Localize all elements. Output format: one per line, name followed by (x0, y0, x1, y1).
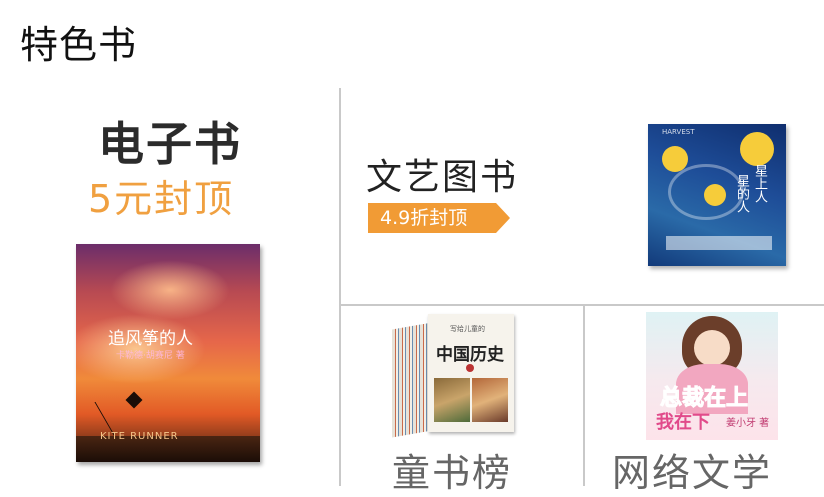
cover-title: 星的人 (734, 174, 749, 213)
section-title: 特色书 (20, 23, 138, 67)
children-books-cover-image[interactable]: 写给儿童的 中国历史 (392, 314, 516, 438)
book-front-cover: 写给儿童的 中国历史 (428, 314, 514, 432)
cover-title: 星上人 (752, 164, 767, 203)
illustration-face (694, 330, 730, 366)
children-books-label: 童书榜 (392, 451, 513, 495)
cover-title: 我在下 (656, 412, 710, 433)
web-literature-label: 网络文学 (612, 451, 773, 495)
cover-english-title: KITE RUNNER (100, 431, 179, 442)
cover-brand: HARVEST (662, 128, 695, 136)
moon-icon (740, 132, 774, 166)
cover-blurb (666, 236, 772, 250)
ebook-heading: 电子书 (98, 117, 242, 171)
cover-cloud (110, 260, 230, 320)
book-stack (392, 322, 432, 438)
cover-author: 卡勒德·胡赛尼 著 (116, 351, 185, 361)
seal-icon (466, 364, 474, 372)
cover-author: 姜小牙 著 (726, 418, 770, 429)
art-books-heading: 文艺图书 (366, 157, 519, 198)
cover-title: 追风筝的人 (108, 329, 193, 349)
cover-title: 中国历史 (436, 345, 504, 365)
art-books-cover-image[interactable]: HARVEST 星上人 星的人 (648, 124, 786, 266)
ebook-cover-image[interactable]: 追风筝的人 卡勒德·胡赛尼 著 KITE RUNNER (76, 244, 260, 462)
cover-illustration (472, 378, 508, 422)
art-books-discount-badge: 4.9折封顶 (368, 203, 510, 233)
cover-illustration (434, 378, 470, 422)
web-literature-cover-image[interactable]: 总裁在上 我在下 姜小牙 著 (646, 312, 778, 440)
ebook-price-tag: 5元封顶 (88, 177, 235, 221)
cover-series: 写给儿童的 (450, 325, 485, 333)
